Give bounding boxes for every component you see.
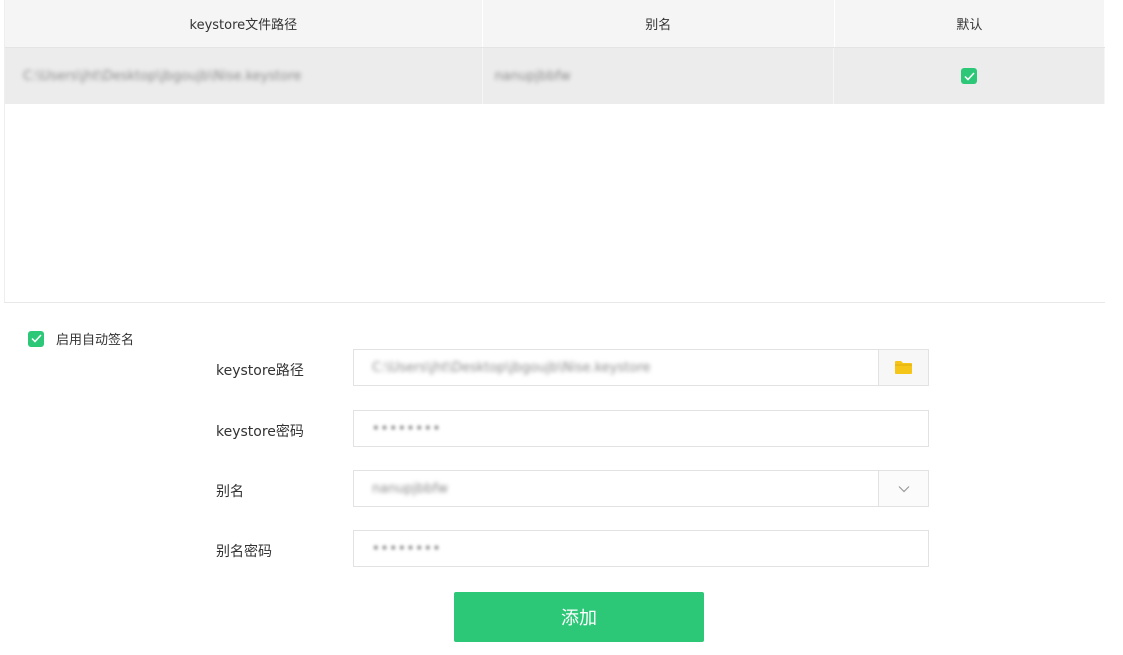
column-header-alias[interactable]: 别名: [483, 0, 835, 47]
table-header: keystore文件路径 别名 默认: [5, 0, 1106, 47]
cell-default: [834, 48, 1105, 104]
keystore-password-field[interactable]: ••••••••: [353, 410, 929, 447]
alias-password-label: 别名密码: [216, 544, 272, 560]
cell-alias-text: nanupjbbfw: [494, 68, 571, 84]
chevron-down-icon: [898, 485, 909, 492]
keystore-password-label: keystore密码: [216, 424, 304, 440]
auto-sign-checkbox[interactable]: [28, 330, 44, 347]
table-row[interactable]: C:\Users\jht\Desktop\jbgoujb\Nise.keysto…: [5, 47, 1105, 104]
keystore-path-value: C:\Users\jht\Desktop\jbgoujb\Nise.keysto…: [372, 360, 651, 375]
alias-value: nanupjbbfw: [372, 481, 449, 496]
alias-password-value: ••••••••: [372, 541, 442, 556]
check-icon: [964, 71, 975, 81]
alias-select[interactable]: nanupjbbfw: [353, 470, 929, 507]
keystore-path-field[interactable]: C:\Users\jht\Desktop\jbgoujb\Nise.keysto…: [353, 349, 929, 386]
keystore-password-value: ••••••••: [372, 421, 442, 436]
cell-path: C:\Users\jht\Desktop\jbgoujb\Nise.keysto…: [5, 48, 483, 104]
auto-sign-toggle[interactable]: 启用自动签名: [28, 329, 134, 348]
browse-button[interactable]: [878, 350, 928, 385]
folder-icon: [895, 361, 912, 374]
column-header-default[interactable]: 默认: [835, 0, 1106, 47]
add-button[interactable]: 添加: [454, 592, 704, 642]
default-checkbox[interactable]: [961, 68, 978, 84]
cell-alias: nanupjbbfw: [483, 48, 835, 104]
alias-dropdown-toggle[interactable]: [878, 471, 928, 506]
column-header-path[interactable]: keystore文件路径: [5, 0, 483, 47]
alias-label: 别名: [216, 484, 244, 500]
keystore-table: keystore文件路径 别名 默认 C:\Users\jht\Desktop\…: [4, 0, 1106, 303]
auto-sign-label: 启用自动签名: [56, 333, 135, 348]
cell-path-text: C:\Users\jht\Desktop\jbgoujb\Nise.keysto…: [23, 68, 302, 84]
keystore-path-label: keystore路径: [216, 363, 304, 379]
alias-password-field[interactable]: ••••••••: [353, 530, 929, 567]
check-icon: [30, 334, 42, 343]
